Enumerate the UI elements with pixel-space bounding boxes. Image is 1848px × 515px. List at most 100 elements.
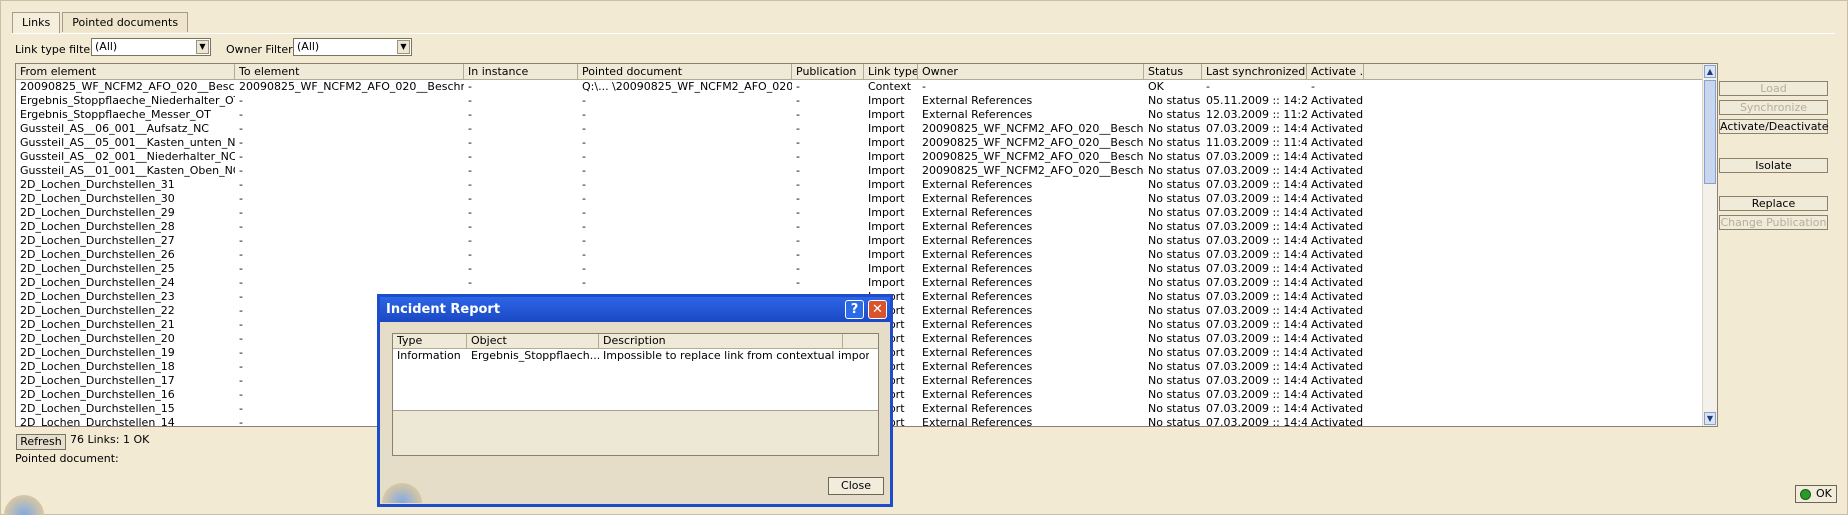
table-row[interactable]: 2D_Lochen_Durchstellen_25 - - - - Import Exter… <box>16 262 1705 276</box>
load-button[interactable]: Load <box>1719 81 1828 96</box>
column-header-owner[interactable]: Owner <box>918 64 1144 79</box>
cell-status: No status <box>1148 206 1201 219</box>
column-header-last-synchronized[interactable]: Last synchronized <box>1202 64 1307 79</box>
cell-pointed-document: - <box>582 178 586 191</box>
cell-last-synchronized: 07.03.2009 :: 14:41 <box>1206 276 1307 289</box>
table-row[interactable]: 2D_Lochen_Durchstellen_26 - - - - Import Exter… <box>16 248 1705 262</box>
cell-pointed-document: - <box>582 108 586 121</box>
synchronize-button[interactable]: Synchronize <box>1719 100 1828 115</box>
cell-activate: Activated <box>1311 416 1364 427</box>
cell-last-synchronized: 07.03.2009 :: 14:41 <box>1206 220 1307 233</box>
tab-pointed-documents[interactable]: Pointed documents <box>62 12 189 32</box>
cell-in-instance: - <box>468 248 472 261</box>
cell-activate: Activated <box>1311 164 1364 177</box>
cell-publication: - <box>796 206 800 219</box>
cell-publication: - <box>796 136 800 149</box>
table-row[interactable]: 20090825_WF_NCFM2_AFO_020__Beschneiden_.… <box>16 80 1705 94</box>
column-header-publication[interactable]: Publication <box>792 64 864 79</box>
table-row[interactable]: Gussteil_AS__02_001__Niederhalter_NC - - - -… <box>16 150 1705 164</box>
cell-from-element: 2D_Lochen_Durchstellen_30 <box>20 192 175 205</box>
cell-status: No status <box>1148 234 1201 247</box>
cell-from-element: 2D_Lochen_Durchstellen_27 <box>20 234 175 247</box>
incident-col-type[interactable]: Type <box>393 334 467 348</box>
incident-col-description[interactable]: Description <box>599 334 843 348</box>
cell-owner: External References <box>922 318 1033 331</box>
column-header-in-instance[interactable]: In instance <box>464 64 578 79</box>
incident-description: Impossible to replace link from contextu… <box>603 349 869 362</box>
table-row[interactable]: Gussteil_AS__06_001__Aufsatz_NC - - - - Impor… <box>16 122 1705 136</box>
cell-owner: 20090825_WF_NCFM2_AFO_020__Beschneiden_.… <box>922 136 1144 149</box>
cell-status: No status <box>1148 388 1201 401</box>
cell-last-synchronized: 07.03.2009 :: 14:41 <box>1206 290 1307 303</box>
chevron-down-icon[interactable]: ▼ <box>397 40 410 54</box>
cell-last-synchronized: 07.03.2009 :: 14:41 <box>1206 206 1307 219</box>
refresh-button[interactable]: Refresh <box>16 434 66 450</box>
table-row[interactable]: 2D_Lochen_Durchstellen_31 - - - - Import Exter… <box>16 178 1705 192</box>
cell-owner: External References <box>922 332 1033 345</box>
owner-filter-value: (All) <box>297 40 320 53</box>
cell-owner: External References <box>922 178 1033 191</box>
table-row[interactable]: 2D_Lochen_Durchstellen_30 - - - - Import Exter… <box>16 192 1705 206</box>
cell-status: No status <box>1148 192 1201 205</box>
cell-link-type: Import <box>868 234 905 247</box>
cell-from-element: 2D_Lochen_Durchstellen_20 <box>20 332 175 345</box>
cell-activate: Activated <box>1311 150 1364 163</box>
table-row[interactable]: 2D_Lochen_Durchstellen_29 - - - - Import Exter… <box>16 206 1705 220</box>
link-type-filter-combo[interactable]: (All) ▼ <box>91 38 211 56</box>
cell-from-element: Gussteil_AS__01_001__Kasten_Oben_NC <box>20 164 235 177</box>
cell-in-instance: - <box>468 192 472 205</box>
table-row[interactable]: 2D_Lochen_Durchstellen_24 - - - - Import Exter… <box>16 276 1705 290</box>
change-publication-button[interactable]: Change Publication <box>1719 215 1828 230</box>
ok-button[interactable]: OK <box>1795 485 1837 503</box>
incident-table: Type Object Description Information Erge… <box>392 333 879 456</box>
table-row[interactable]: Ergebnis_Stoppflaeche_Niederhalter_OT - - -… <box>16 94 1705 108</box>
cell-status: No status <box>1148 136 1201 149</box>
cell-status: No status <box>1148 94 1201 107</box>
cell-owner: External References <box>922 290 1033 303</box>
cell-from-element: 20090825_WF_NCFM2_AFO_020__Beschneiden_.… <box>20 80 235 93</box>
column-header-status[interactable]: Status <box>1144 64 1202 79</box>
table-row[interactable]: Gussteil_AS__01_001__Kasten_Oben_NC - - - - I… <box>16 164 1705 178</box>
cell-from-element: Gussteil_AS__05_001__Kasten_unten_NC <box>20 136 235 149</box>
cell-link-type: Context <box>868 80 912 93</box>
cell-from-element: Ergebnis_Stoppflaeche_Niederhalter_OT <box>20 94 235 107</box>
chevron-down-icon[interactable]: ▼ <box>196 40 209 54</box>
cell-activate: Activated <box>1311 108 1364 121</box>
cell-in-instance: - <box>468 136 472 149</box>
vertical-scrollbar[interactable]: ▲ ▼ <box>1702 64 1717 426</box>
column-header-to-element[interactable]: To element <box>235 64 464 79</box>
cell-publication: - <box>796 220 800 233</box>
cell-in-instance: - <box>468 80 472 93</box>
replace-button[interactable]: Replace <box>1719 196 1828 211</box>
help-icon[interactable]: ? <box>845 300 864 319</box>
isolate-button[interactable]: Isolate <box>1719 158 1828 173</box>
cell-link-type: Import <box>868 192 905 205</box>
table-row[interactable]: 2D_Lochen_Durchstellen_27 - - - - Import Exter… <box>16 234 1705 248</box>
cell-last-synchronized: 07.03.2009 :: 14:42 <box>1206 150 1307 163</box>
column-header-pointed-document[interactable]: Pointed document <box>578 64 792 79</box>
table-row[interactable]: Gussteil_AS__05_001__Kasten_unten_NC - - - -… <box>16 136 1705 150</box>
activate-deactivate-button[interactable]: Activate/Deactivate <box>1719 119 1829 134</box>
cell-link-type: Import <box>868 248 905 261</box>
links-count: 76 Links: 1 OK <box>70 433 150 446</box>
cell-status: No status <box>1148 332 1201 345</box>
scroll-up-icon[interactable]: ▲ <box>1704 65 1716 78</box>
close-button[interactable]: Close <box>828 477 884 495</box>
cell-activate: Activated <box>1311 178 1364 191</box>
cell-to-element: - <box>239 150 243 163</box>
catia-logo-icon <box>382 483 422 503</box>
column-header-link-type[interactable]: Link type <box>864 64 918 79</box>
tab-links[interactable]: Links <box>12 12 61 33</box>
owner-filter-combo[interactable]: (All) ▼ <box>293 38 412 56</box>
column-header-from-element[interactable]: From element <box>16 64 235 79</box>
close-icon[interactable]: ✕ <box>868 300 887 319</box>
incident-row[interactable]: Information Ergebnis_Stoppflaech... Impo… <box>393 349 878 363</box>
table-row[interactable]: Ergebnis_Stoppflaeche_Messer_OT - - - - Impor… <box>16 108 1705 122</box>
table-row[interactable]: 2D_Lochen_Durchstellen_28 - - - - Import Exter… <box>16 220 1705 234</box>
scroll-thumb[interactable] <box>1704 80 1716 184</box>
incident-col-object[interactable]: Object <box>467 334 599 348</box>
scroll-down-icon[interactable]: ▼ <box>1704 412 1716 425</box>
cell-to-element: - <box>239 220 243 233</box>
cell-to-element: - <box>239 122 243 135</box>
column-header-activate[interactable]: Activate ... <box>1307 64 1364 79</box>
